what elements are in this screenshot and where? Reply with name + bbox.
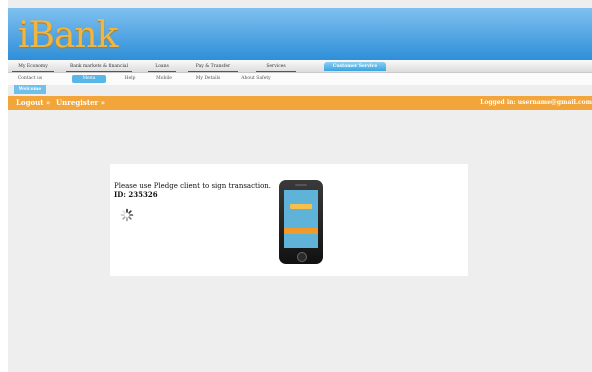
tab-pay-transfer[interactable]: Pay & Transfer xyxy=(188,62,238,72)
tab-loans[interactable]: Loans xyxy=(148,62,176,72)
phone-home-button xyxy=(297,252,307,262)
unregister-link[interactable]: Unregister » xyxy=(56,96,105,110)
phone-speaker xyxy=(295,184,307,186)
subnav-help[interactable]: Help xyxy=(120,75,140,83)
sub-navigation: Contact us Menu Help Mobile My Details A… xyxy=(8,73,592,85)
subnav-menu[interactable]: Menu xyxy=(72,75,106,83)
sign-transaction-panel: Please use Pledge client to sign transac… xyxy=(110,164,468,276)
page-edge xyxy=(0,0,8,372)
app-header: iBank xyxy=(8,8,592,60)
logged-in-status: Logged in: username@gmail.com xyxy=(480,99,592,106)
smartphone-illustration xyxy=(279,180,323,264)
tab-bank-markets[interactable]: Bank markets & financial xyxy=(66,62,132,72)
logout-link[interactable]: Logout » xyxy=(16,96,50,110)
main-navigation: My Economy Bank markets & financial Loan… xyxy=(8,60,592,73)
phone-screen-bar xyxy=(284,228,318,234)
phone-screen xyxy=(284,190,318,248)
ibank-logo[interactable]: iBank xyxy=(18,16,118,56)
phone-screen-button xyxy=(290,204,312,209)
transaction-id: ID: 235326 xyxy=(114,190,158,199)
subnav-contact-us[interactable]: Contact us xyxy=(12,75,48,83)
sign-instruction: Please use Pledge client to sign transac… xyxy=(114,182,272,190)
welcome-tab[interactable]: Welcome xyxy=(14,85,46,94)
account-bar: Logout » Unregister » Logged in: usernam… xyxy=(8,96,592,110)
subnav-my-details[interactable]: My Details xyxy=(190,75,226,83)
tab-services[interactable]: Services xyxy=(256,62,296,72)
subnav-mobile[interactable]: Mobile xyxy=(152,75,176,83)
subnav-about-safety[interactable]: About Safety xyxy=(236,75,276,83)
tab-my-economy[interactable]: My Economy xyxy=(12,62,54,72)
loading-spinner-icon xyxy=(120,208,134,222)
tab-customer-service[interactable]: Customer Service xyxy=(324,62,386,71)
